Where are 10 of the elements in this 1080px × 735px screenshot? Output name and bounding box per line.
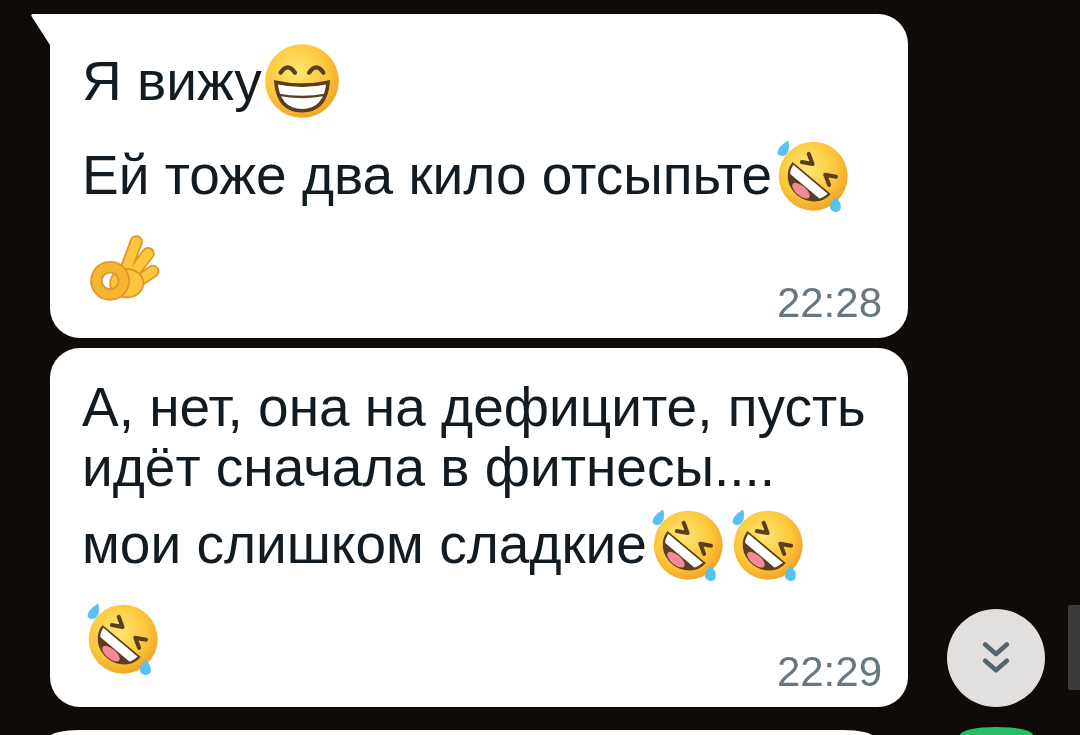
floating-action-button[interactable] xyxy=(960,727,1033,735)
message-text: идёт сначала в фитнесы.... xyxy=(82,437,776,497)
scrollbar-thumb[interactable] xyxy=(1068,605,1080,690)
message-text: Я вижу xyxy=(82,51,262,111)
message-time: 22:29 xyxy=(776,654,882,690)
message-text: Ей тоже два кило отсыпьте xyxy=(82,145,773,205)
message-text: А, нет, она на дефиците, пусть xyxy=(82,377,866,437)
grinning-face-icon xyxy=(263,43,340,119)
message-text: мои слишком сладкие xyxy=(82,514,647,574)
message-time: 22:28 xyxy=(776,285,882,321)
